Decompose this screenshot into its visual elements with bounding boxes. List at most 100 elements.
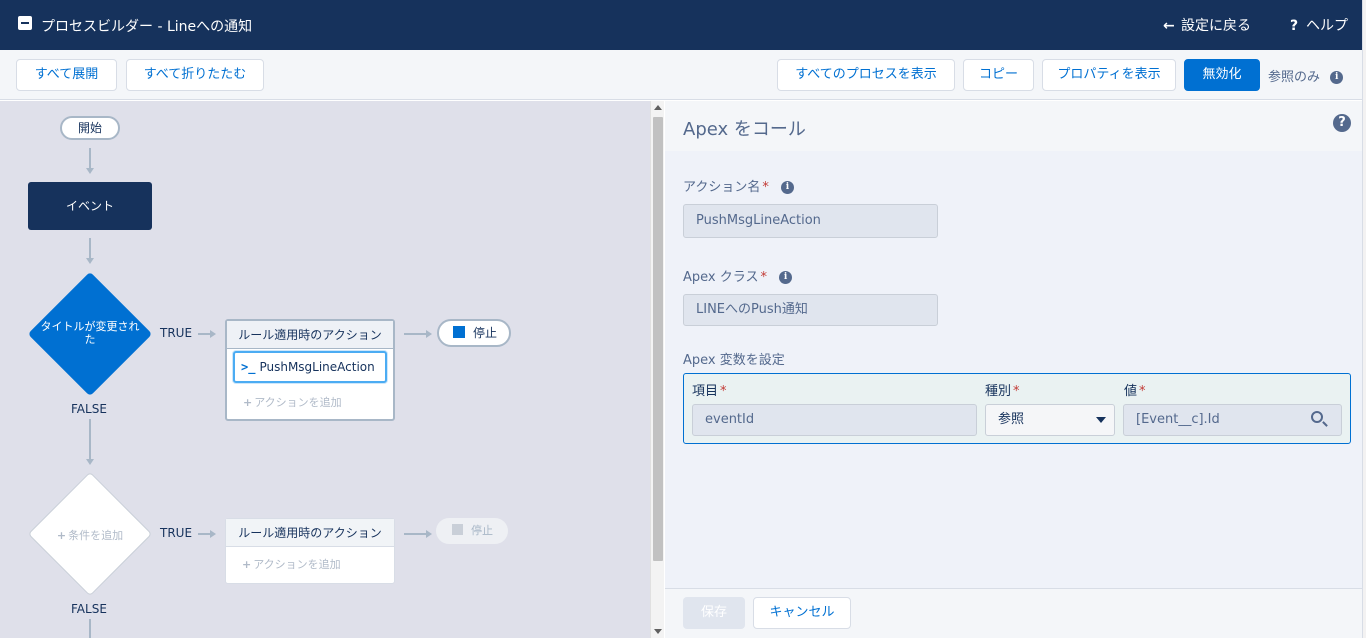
window-edge (1362, 0, 1366, 638)
properties-panel: Apex をコール ? アクション名 * i PushMsgLineAction … (665, 101, 1362, 638)
app-header: プロセスビルダー - Lineへの通知 ← 設定に戻る ? ヘルプ (0, 0, 1366, 50)
arrow-down-icon (86, 459, 94, 465)
arrow-right-icon (210, 530, 216, 538)
scroll-up-icon[interactable] (654, 105, 662, 110)
arrow-right-icon (426, 530, 432, 538)
field-column-label: 項目 * (692, 380, 727, 399)
apex-variables-label: Apex 変数を設定 (683, 353, 785, 368)
panel-body: アクション名 * i PushMsgLineAction Apex クラス * i … (665, 151, 1362, 588)
collapse-all-button[interactable]: すべて折りたたむ (126, 59, 264, 91)
help-link[interactable]: ? ヘルプ (1290, 15, 1348, 35)
plus-icon: + (56, 529, 67, 542)
canvas-scrollbar[interactable] (650, 101, 664, 638)
info-icon[interactable]: i (779, 271, 793, 284)
event-node[interactable]: イベント (28, 182, 152, 230)
apex-icon: >_ (241, 360, 256, 374)
add-action-label-2: アクションを追加 (253, 558, 341, 571)
show-properties-button[interactable]: プロパティを表示 (1042, 59, 1176, 91)
arrow-down-icon (86, 168, 94, 174)
value-column-text: 値 (1124, 384, 1138, 399)
required-marker: * (1139, 384, 1146, 399)
start-node: 開始 (60, 116, 120, 140)
apex-class-label: Apex クラス (683, 270, 759, 285)
back-to-setup-label: 設定に戻る (1181, 18, 1251, 34)
type-column-text: 種別 (985, 384, 1012, 399)
copy-button[interactable]: コピー (963, 59, 1034, 91)
help-icon[interactable]: ? (1333, 114, 1351, 132)
required-marker: * (1013, 384, 1020, 399)
connector (89, 419, 91, 461)
connector (198, 333, 210, 335)
toolbar: すべて展開 すべて折りたたむ すべてのプロセスを表示 コピー プロパティを表示 … (0, 50, 1362, 100)
variable-type-value: 参照 (998, 412, 1025, 427)
add-action-link-2[interactable]: + アクションを追加 (242, 556, 341, 572)
plus-icon: + (243, 396, 253, 409)
apex-action-item[interactable]: >_ PushMsgLineAction (233, 351, 387, 383)
apex-action-label: PushMsgLineAction (259, 360, 375, 374)
stop-icon (453, 326, 465, 338)
process-canvas[interactable]: 開始 イベント タイトルが変更された TRUE ルール適用時のアクション >_ P… (0, 101, 650, 638)
save-button[interactable]: 保存 (683, 597, 745, 629)
help-label: ヘルプ (1306, 18, 1348, 34)
expand-all-button[interactable]: すべて展開 (16, 59, 117, 91)
action-name-label-row: アクション名 * i (683, 176, 794, 195)
action-name-field[interactable]: PushMsgLineAction (683, 204, 938, 238)
action-group-title-2: ルール適用時のアクション (226, 519, 394, 547)
connector (89, 238, 91, 259)
immediate-actions-group-2[interactable]: ルール適用時のアクション + アクションを追加 (225, 518, 395, 584)
readonly-label: 参照のみ (1268, 70, 1321, 85)
variable-field-input[interactable]: eventId (692, 404, 977, 436)
apex-class-field[interactable]: LINEへのPush通知 (683, 294, 938, 326)
question-icon: ? (1290, 18, 1299, 34)
true-label-2: TRUE (160, 526, 193, 540)
required-marker: * (760, 270, 767, 285)
info-icon[interactable]: i (1330, 71, 1344, 84)
connector (89, 148, 91, 169)
stop-icon (452, 524, 463, 535)
criteria-1-label: タイトルが変更された (40, 320, 140, 346)
variable-value-input[interactable]: [Event__c].Id (1123, 404, 1342, 436)
arrow-down-icon (86, 258, 94, 264)
connector (198, 533, 210, 535)
connector (89, 619, 91, 638)
required-marker: * (762, 180, 769, 195)
show-all-processes-button[interactable]: すべてのプロセスを表示 (777, 59, 955, 91)
back-to-setup-link[interactable]: ← 設定に戻る (1163, 15, 1251, 35)
action-name-label: アクション名 (683, 180, 761, 195)
deactivate-button[interactable]: 無効化 (1184, 59, 1260, 91)
scroll-down-icon[interactable] (654, 629, 662, 634)
apex-class-label-row: Apex クラス * i (683, 266, 793, 285)
connector (404, 333, 426, 335)
add-criteria-label: + 条件を追加 (40, 527, 140, 543)
arrow-right-icon (210, 330, 216, 338)
false-label-2: FALSE (71, 602, 107, 616)
true-label: TRUE (160, 326, 193, 340)
add-action-label: アクションを追加 (254, 396, 342, 409)
arrow-right-icon (426, 330, 432, 338)
info-icon[interactable]: i (781, 181, 794, 194)
type-column-label: 種別 * (985, 380, 1020, 399)
required-marker: * (720, 384, 727, 399)
panel-title: Apex をコール (683, 119, 806, 140)
add-action-link[interactable]: + アクションを追加 (243, 394, 342, 410)
variable-value-text: [Event__c].Id (1136, 412, 1220, 427)
process-builder-icon (18, 16, 32, 30)
stop-label-2: 停止 (471, 524, 493, 537)
plus-icon: + (242, 558, 252, 571)
stop-node-2: 停止 (436, 518, 508, 544)
field-column-text: 項目 (692, 384, 719, 399)
immediate-actions-group-1[interactable]: ルール適用時のアクション >_ PushMsgLineAction + アクションを… (225, 319, 395, 421)
add-criteria-text: 条件を追加 (68, 529, 124, 542)
panel-header: Apex をコール ? (665, 101, 1362, 151)
panel-footer: 保存 キャンセル (665, 588, 1362, 638)
stop-label: 停止 (473, 326, 498, 340)
arrow-left-icon: ← (1163, 18, 1175, 34)
variable-type-select[interactable]: 参照 (985, 404, 1115, 436)
cancel-button[interactable]: キャンセル (753, 597, 851, 629)
chevron-down-icon (1096, 417, 1106, 423)
page-title: プロセスビルダー - Lineへの通知 (41, 19, 253, 35)
search-icon[interactable] (1311, 411, 1323, 423)
scrollbar-thumb[interactable] (653, 117, 663, 561)
stop-node-1: 停止 (437, 319, 511, 347)
action-group-title: ルール適用時のアクション (227, 321, 393, 349)
